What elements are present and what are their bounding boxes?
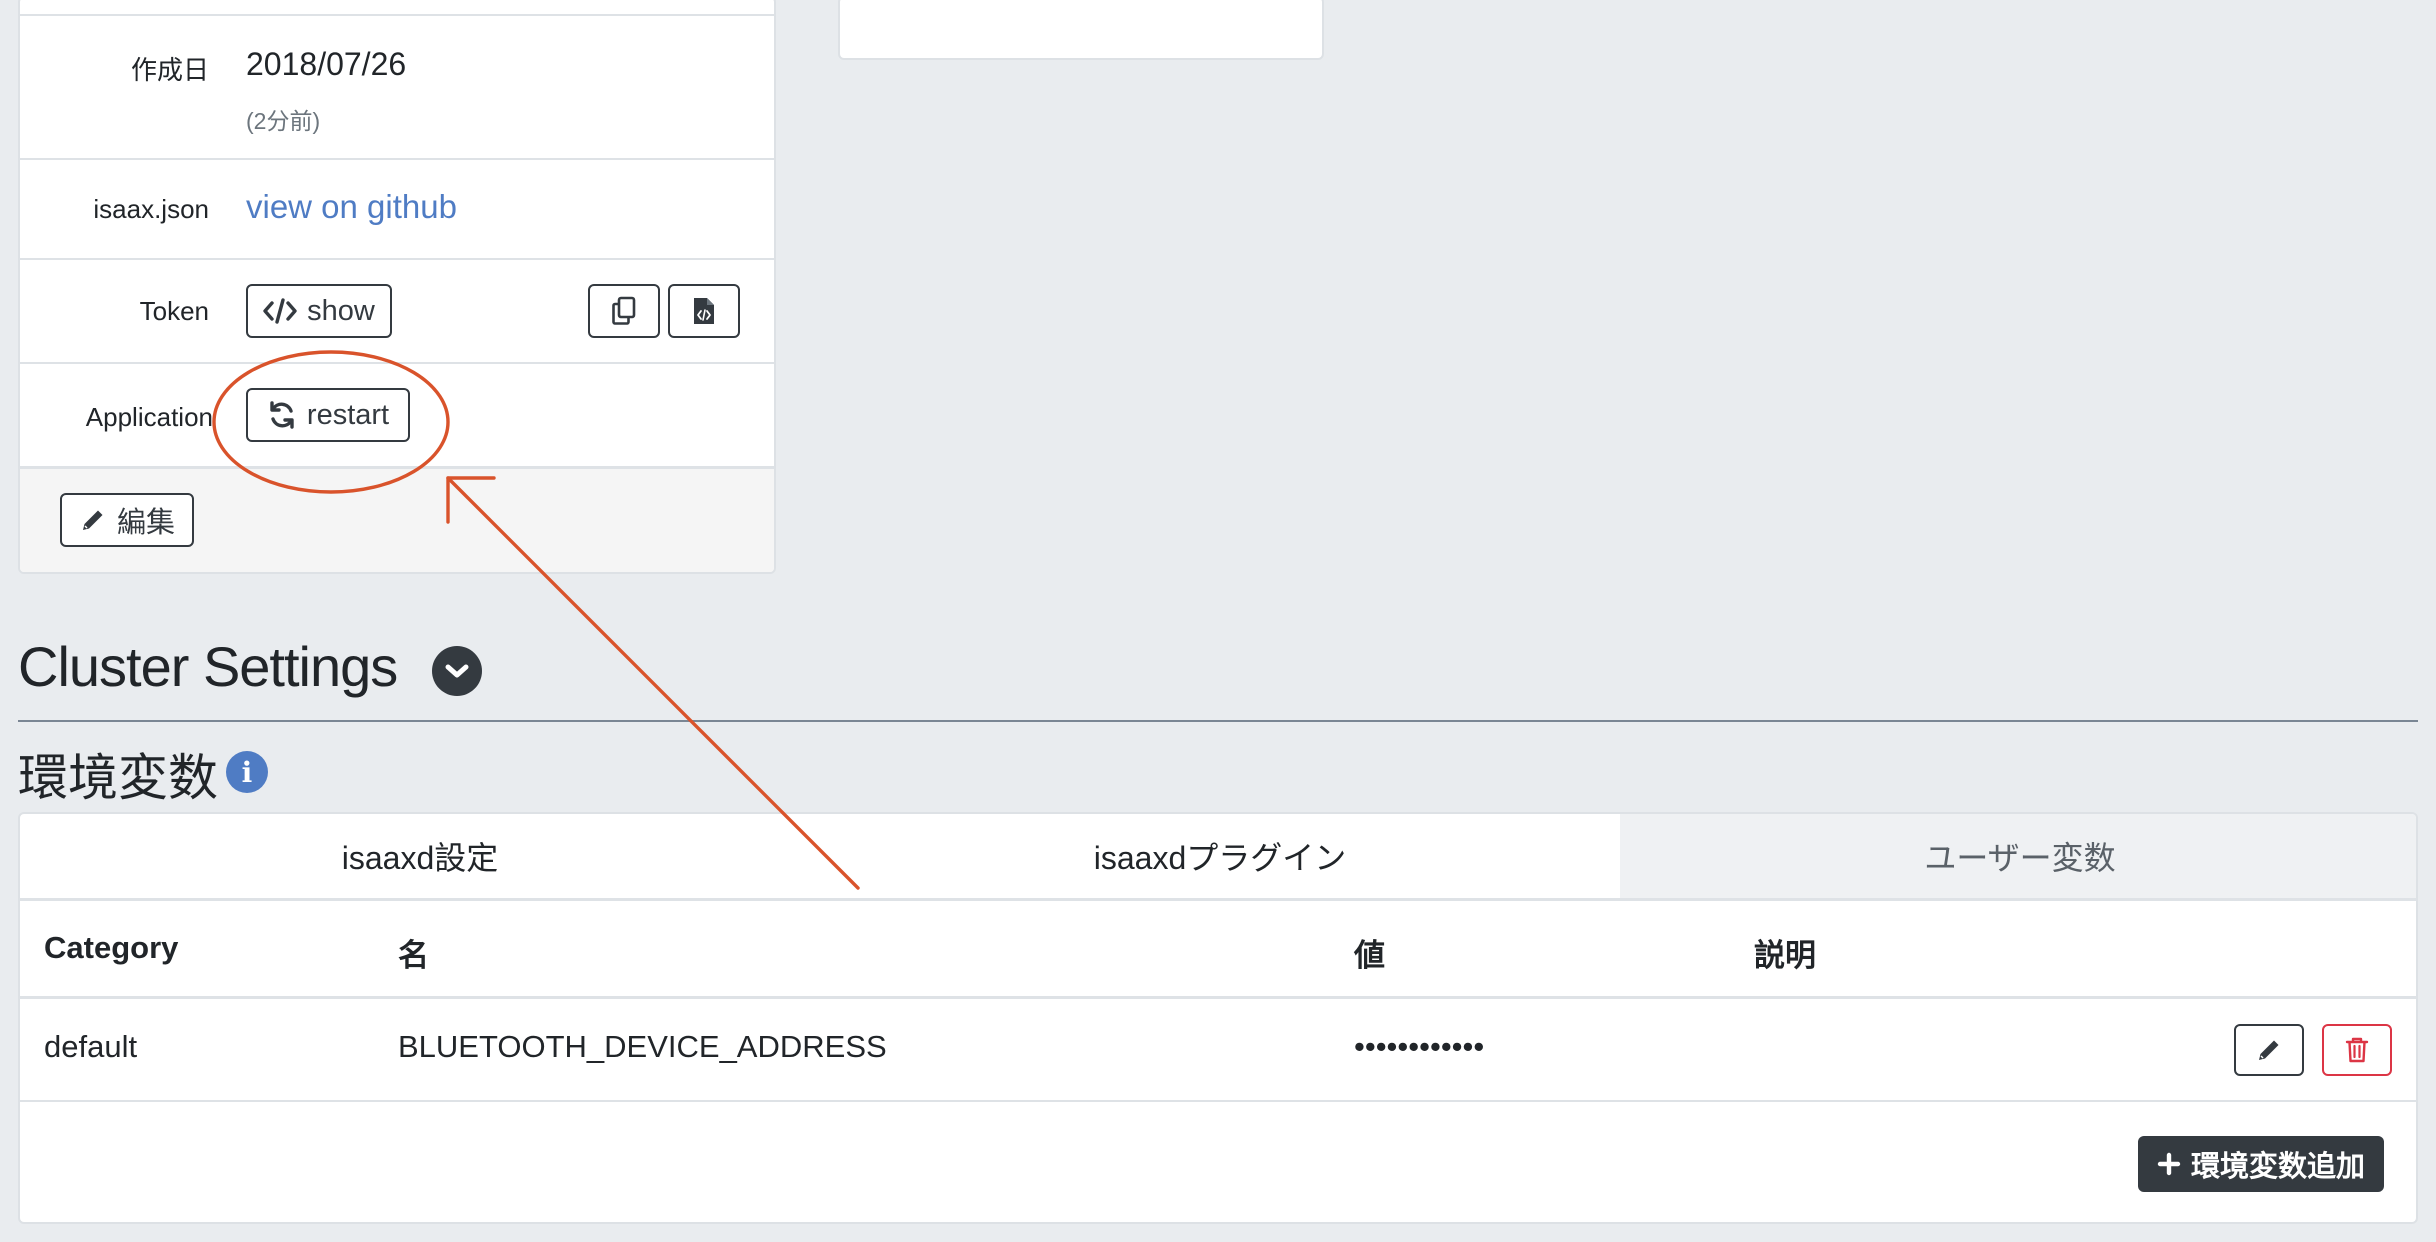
view-on-github-link[interactable]: view on github	[246, 188, 457, 226]
tabs-divider	[20, 898, 2416, 901]
created-date-value: 2018/07/26	[246, 46, 407, 82]
table-header-divider	[20, 996, 2416, 999]
restart-button[interactable]: restart	[246, 388, 410, 442]
info-icon[interactable]: i	[226, 751, 268, 793]
env-vars-panel: isaaxd設定 isaaxdプラグイン ユーザー変数 Category 名 値…	[18, 812, 2418, 1224]
copy-icon	[612, 296, 636, 325]
tab-isaaxd-settings[interactable]: isaaxd設定	[20, 814, 820, 898]
created-date-relative: (2分前)	[246, 108, 321, 134]
env-vars-title: 環境変数	[18, 750, 218, 806]
file-code-icon	[694, 298, 714, 324]
row-value: ••••••••••••	[1354, 1029, 1485, 1064]
copy-token-button[interactable]	[588, 284, 660, 338]
cluster-settings-title: Cluster Settings	[18, 635, 398, 698]
code-icon	[263, 298, 297, 324]
column-header-description: 説明	[1754, 938, 1816, 973]
restart-label: restart	[306, 398, 390, 431]
cluster-settings-divider	[18, 720, 2418, 722]
column-header-value: 値	[1354, 938, 1385, 973]
token-row: Token show	[20, 258, 774, 364]
table-row-divider	[20, 1100, 2416, 1102]
row-name: BLUETOOTH_DEVICE_ADDRESS	[398, 1029, 887, 1064]
row-category: default	[44, 1029, 138, 1064]
created-date-label: 作成日	[130, 55, 209, 85]
edit-project-label: 編集	[116, 507, 175, 539]
sync-icon	[270, 401, 294, 429]
column-header-name: 名	[398, 938, 429, 973]
delete-variable-button[interactable]	[2322, 1024, 2392, 1076]
isaax-json-label: isaax.json	[93, 194, 209, 224]
pencil-icon	[82, 510, 103, 530]
tab-isaaxd-plugins[interactable]: isaaxdプラグイン	[820, 814, 1620, 898]
trash-icon	[2345, 1037, 2369, 1063]
chevron-down-icon[interactable]	[432, 646, 482, 696]
application-row: Application restart	[20, 362, 774, 468]
token-show-label: show	[307, 294, 375, 327]
created-date-row: 作成日 2018/07/26 (2分前)	[20, 14, 774, 160]
column-header-category: Category	[44, 930, 179, 965]
token-label: Token	[139, 296, 209, 326]
add-env-var-button[interactable]: 環境変数追加	[2138, 1136, 2384, 1192]
isaax-json-row: isaax.json view on github	[20, 158, 774, 260]
tab-user-variables[interactable]: ユーザー変数	[1620, 814, 2416, 898]
plus-icon	[2157, 1152, 2181, 1176]
info-card-footer: 編集	[20, 466, 774, 572]
token-show-button[interactable]: show	[246, 284, 392, 338]
pencil-icon	[2259, 1040, 2279, 1060]
project-info-card: 作成日 2018/07/26 (2分前) isaax.json view on …	[18, 0, 776, 574]
edit-variable-button[interactable]	[2234, 1024, 2304, 1076]
token-file-button[interactable]	[668, 284, 740, 338]
edit-project-button[interactable]: 編集	[60, 493, 194, 547]
add-env-var-label: 環境変数追加	[2190, 1151, 2365, 1183]
application-label: Application	[85, 402, 213, 432]
side-card	[838, 0, 1324, 60]
